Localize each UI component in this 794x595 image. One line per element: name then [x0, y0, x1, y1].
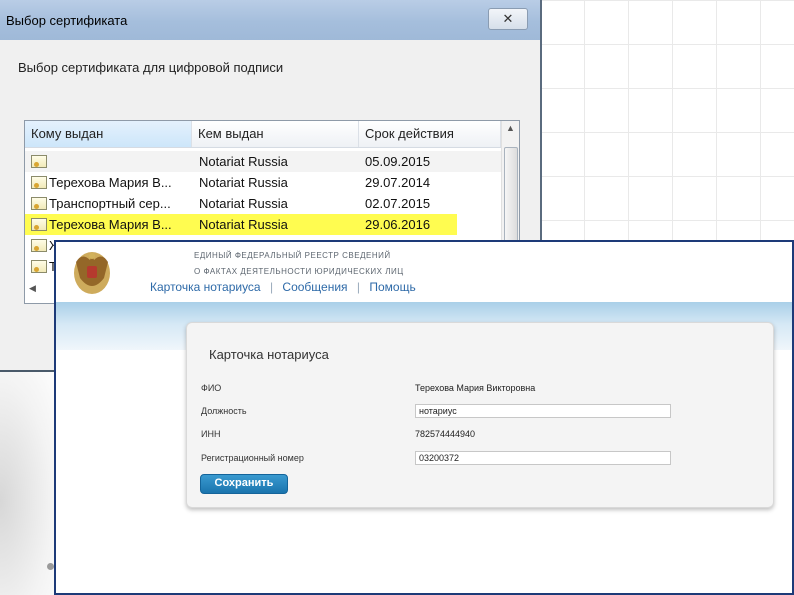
column-header-issued-by[interactable]: Кем выдан: [192, 121, 359, 147]
row-expires: 29.06.2016: [365, 217, 431, 232]
certificate-icon: [31, 260, 47, 273]
certificate-icon: [31, 239, 47, 252]
inn-value: 782574444940: [415, 429, 476, 439]
certificate-row[interactable]: Notariat Russia 05.09.2015: [25, 151, 501, 172]
dialog-title: Выбор сертификата: [6, 13, 128, 28]
row-issued-to: Транспортный сер...: [49, 196, 171, 211]
position-label: Должность: [201, 406, 247, 416]
certificate-icon: [31, 176, 47, 189]
row-expires: 29.07.2014: [365, 175, 431, 190]
content-area: Карточка нотариуса ФИО Терехова Мария Ви…: [56, 302, 792, 593]
nav-help[interactable]: Помощь: [369, 280, 415, 294]
registry-webpage: ЕДИНЫЙ ФЕДЕРАЛЬНЫЙ РЕЕСТР СВЕДЕНИЙ О ФАК…: [54, 240, 794, 595]
row-issued-by: Notariat Russia: [199, 154, 288, 169]
scrollbar-thumb[interactable]: [504, 147, 518, 245]
slide-background-glow: [0, 360, 60, 595]
registry-name-line2: О ФАКТАХ ДЕЯТЕЛЬНОСТИ ЮРИДИЧЕСКИХ ЛИЦ: [194, 267, 404, 276]
fio-value: Терехова Мария Викторовна: [415, 383, 536, 393]
certificate-row-selected[interactable]: Терехова Мария В... Notariat Russia 29.0…: [25, 214, 457, 235]
slide-bullet: [47, 563, 54, 570]
row-issued-by: Notariat Russia: [199, 175, 288, 190]
dialog-subtitle: Выбор сертификата для цифровой подписи: [18, 60, 284, 75]
scroll-left-icon[interactable]: ◀: [29, 283, 36, 294]
notary-card-panel: Карточка нотариуса ФИО Терехова Мария Ви…: [186, 322, 774, 508]
fio-label: ФИО: [201, 383, 222, 393]
row-issued-to: Терехова Мария В...: [49, 217, 172, 232]
card-title: Карточка нотариуса: [209, 347, 329, 362]
column-header-expires[interactable]: Срок действия: [359, 121, 501, 147]
regnum-label: Регистрационный номер: [201, 453, 304, 463]
close-icon[interactable]: ✕: [488, 8, 528, 30]
column-header-issued-to[interactable]: Кому выдан: [25, 121, 192, 147]
registry-name-line1: ЕДИНЫЙ ФЕДЕРАЛЬНЫЙ РЕЕСТР СВЕДЕНИЙ: [194, 251, 391, 260]
row-expires: 05.09.2015: [365, 154, 431, 169]
row-expires: 02.07.2015: [365, 196, 431, 211]
position-input[interactable]: [415, 404, 671, 418]
certificate-icon: [31, 218, 47, 231]
slide-background-grid: [540, 0, 794, 245]
regnum-input[interactable]: [415, 451, 671, 465]
nav-separator: |: [269, 280, 274, 294]
certificate-row[interactable]: Терехова Мария В... Notariat Russia 29.0…: [25, 172, 501, 193]
inn-label: ИНН: [201, 429, 221, 439]
scroll-up-icon[interactable]: ▲: [502, 123, 519, 141]
nav-messages[interactable]: Сообщения: [282, 280, 347, 294]
coat-of-arms-icon: [74, 252, 110, 294]
nav-separator: |: [356, 280, 361, 294]
certificate-icon: [31, 155, 47, 168]
site-header: ЕДИНЫЙ ФЕДЕРАЛЬНЫЙ РЕЕСТР СВЕДЕНИЙ О ФАК…: [56, 242, 792, 302]
dialog-titlebar[interactable]: Выбор сертификата ✕: [0, 0, 540, 40]
nav-notary-card[interactable]: Карточка нотариуса: [150, 280, 261, 294]
certificate-row[interactable]: Транспортный сер... Notariat Russia 02.0…: [25, 193, 501, 214]
row-issued-by: Notariat Russia: [199, 217, 288, 232]
save-button[interactable]: Сохранить: [200, 474, 288, 494]
certificate-icon: [31, 197, 47, 210]
site-nav: Карточка нотариуса | Сообщения | Помощь: [150, 280, 416, 294]
list-header: Кому выдан Кем выдан Срок действия: [25, 121, 519, 148]
row-issued-by: Notariat Russia: [199, 196, 288, 211]
row-issued-to: Терехова Мария В...: [49, 175, 172, 190]
